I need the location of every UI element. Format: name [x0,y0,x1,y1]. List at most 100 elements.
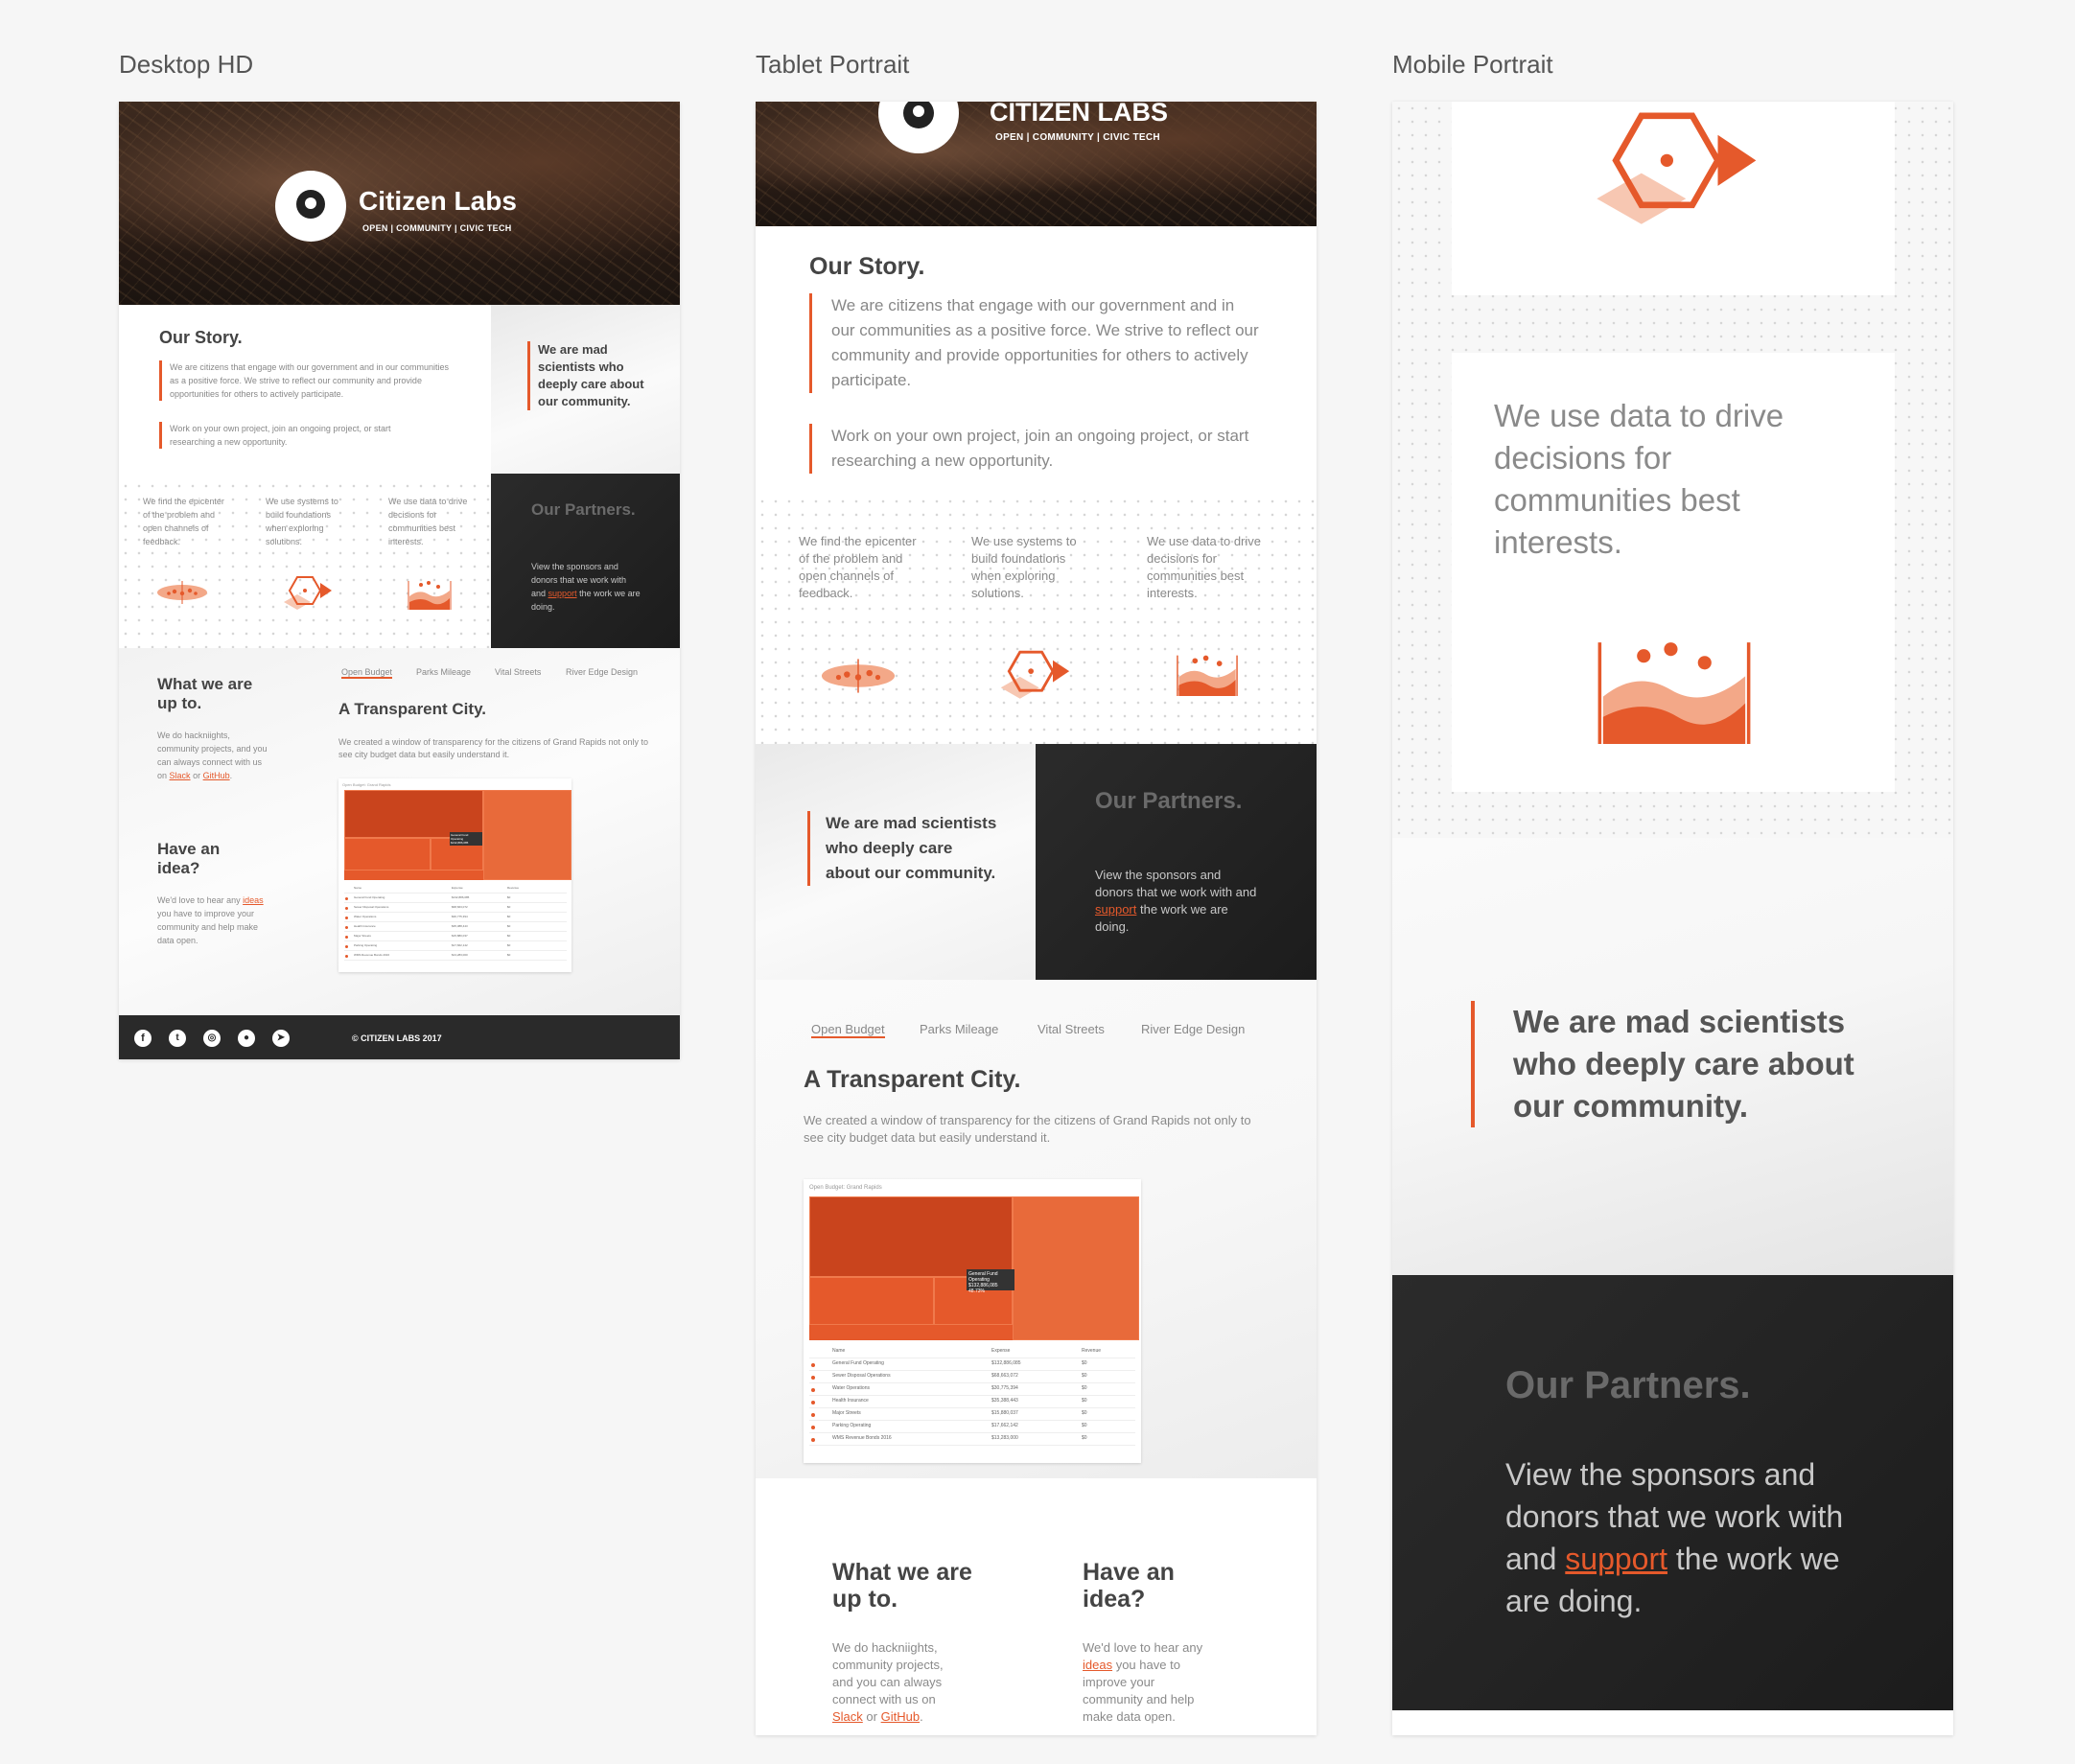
upto-text: We do hackniights, community projects, a… [832,1640,944,1724]
tablet-label: Tablet Portrait [756,50,910,79]
table-row: Water Operations $30,775,394 $0 [809,1385,1135,1396]
support-link[interactable]: support [548,589,577,598]
partners-block: Our Partners. View the sponsors and dono… [1036,744,1317,980]
table-row: Water Operations $30,775,394 $0 [344,915,567,922]
idea-text: We'd love to hear any ideas you have to … [1083,1640,1203,1724]
idea-text: We'd love to hear any ideas you have to … [157,895,264,945]
brand-name: CITIZEN LABS [990,102,1168,127]
tab-river-edge[interactable]: River Edge Design [1141,1022,1245,1036]
scatter-ellipse-icon [821,659,896,693]
scatter-ellipse-icon [157,581,207,604]
table-row: Sewer Disposal Operations $68,663,072 $0 [809,1373,1135,1383]
github-link[interactable]: GitHub [203,771,230,780]
support-link[interactable]: support [1095,902,1136,917]
feature-text-3: We use data to drive decisions for commu… [1147,534,1261,600]
treemap-tooltip: General Fund Operating $132,886,085 48.73% [967,1269,1014,1294]
project-tabs: Open Budget Parks Mileage Vital Streets … [756,1022,1317,1045]
story-paragraph: We are citizens that engage with our gov… [159,360,456,401]
instagram-icon[interactable]: ◎ [203,1030,221,1047]
feature-text-3: We use data to drive decisions for commu… [388,497,468,546]
project-tabs: Open Budget Parks Mileage Vital Streets … [119,667,680,686]
table-row: Major Streets $15,880,037 $0 [809,1410,1135,1421]
table-row: Health Insurance $35,388,443 $0 [809,1398,1135,1408]
ideas-link[interactable]: ideas [1083,1658,1112,1672]
cube-network-icon [1597,112,1757,224]
tablet-artboard[interactable]: CITIZEN LABS OPEN | COMMUNITY | CIVIC TE… [756,102,1317,1735]
tab-parks-mileage[interactable]: Parks Mileage [416,667,471,677]
partners-text: View the sponsors and donors that we wor… [531,562,641,612]
project-title: A Transparent City. [338,700,486,718]
mobile-label: Mobile Portrait [1392,50,1553,79]
project-desc: We created a window of transparency for … [804,1113,1251,1145]
partners-text: View the sponsors and donors that we wor… [1095,868,1257,934]
logo-icon [878,102,959,153]
budget-app-title: Open Budget: Grand Rapids [342,782,391,787]
github-link[interactable]: GitHub [881,1709,920,1724]
slack-link[interactable]: Slack [170,771,191,780]
table-row: General Fund Operating $132,886,085 $0 [809,1360,1135,1371]
hero-banner: CITIZEN LABS OPEN | COMMUNITY | CIVIC TE… [756,102,1317,226]
telegram-icon[interactable]: ➤ [272,1030,290,1047]
partners-text: View the sponsors and donors that we wor… [1505,1457,1844,1618]
twitter-icon[interactable]: t [169,1030,186,1047]
project-title: A Transparent City. [804,1066,1021,1093]
table-row: Sewer Disposal Operations $68,663,072 $0 [344,905,567,913]
story-title: Our Story. [159,328,243,347]
budget-app-title: Open Budget: Grand Rapids [809,1185,882,1191]
desktop-artboard[interactable]: Citizen Labs OPEN | COMMUNITY | CIVIC TE… [119,102,680,1059]
ideas-link[interactable]: ideas [243,895,264,905]
tab-vital-streets[interactable]: Vital Streets [1038,1022,1105,1036]
table-row: Parking Operating $17,662,142 $0 [809,1423,1135,1433]
tab-vital-streets[interactable]: Vital Streets [495,667,541,677]
idea-title: Have an idea? [157,840,221,877]
desktop-label: Desktop HD [119,50,254,79]
tab-parks-mileage[interactable]: Parks Mileage [920,1022,998,1036]
table-row: General Fund Operating $132,886,085 $0 [344,895,567,903]
feature-text-2: We use systems to build foundations when… [971,534,1077,600]
facebook-icon[interactable]: f [134,1030,152,1047]
story-title: Our Story. [809,253,925,280]
upto-text: We do hackniights, community projects, a… [157,731,268,780]
mad-scientists-block: We are mad scientists who deeply care ab… [1392,838,1953,1281]
partners-title: Our Partners. [1095,788,1243,814]
upto-title: What we are up to. [832,1559,972,1613]
budget-screenshot: Open Budget: Grand Rapids General Fund O… [804,1179,1141,1463]
table-row: WMS Revenue Bonds 2016 $13,283,000 $0 [344,953,567,961]
area-chart-icon [1177,655,1238,696]
area-chart-icon [1597,642,1751,744]
github-icon[interactable]: ● [238,1030,255,1047]
feature-text-3: We use data to drive decisions for commu… [1494,398,1784,560]
idea-title: Have an idea? [1083,1559,1175,1613]
feature-text-2: We use systems to build foundations when… [266,497,338,546]
cube-network-icon [284,576,332,610]
tab-river-edge[interactable]: River Edge Design [566,667,638,677]
partners-block: Our Partners. View the sponsors and dono… [1392,1275,1953,1710]
table-header: Name Expense Revenue [344,886,567,894]
hero-banner: Citizen Labs OPEN | COMMUNITY | CIVIC TE… [119,102,680,305]
mobile-artboard[interactable]: We use data to drive decisions for commu… [1392,102,1953,1735]
brand-name: Citizen Labs [359,186,517,216]
mad-scientists-text: We are mad scientists who deeply care ab… [527,341,652,410]
slack-link[interactable]: Slack [832,1709,863,1724]
copyright: © CITIZEN LABS 2017 [352,1033,442,1043]
table-header: Name Expense Revenue [809,1348,1135,1358]
table-row: WMS Revenue Bonds 2016 $13,283,000 $0 [809,1435,1135,1446]
logo-icon [275,171,346,242]
feature-text-1: We find the epicenter of the problem and… [799,534,917,600]
story-paragraph: We are citizens that engage with our gov… [809,293,1260,393]
table-row: Health Insurance $35,388,443 $0 [344,924,567,932]
tab-open-budget[interactable]: Open Budget [341,667,393,679]
treemap-tooltip: General Fund Operating $132,886,085 [450,832,482,846]
feature-text-1: We find the epicenter of the problem and… [143,497,224,546]
cube-network-icon [1000,650,1070,699]
support-link[interactable]: support [1565,1542,1667,1576]
partners-block: Our Partners. View the sponsors and dono… [491,474,680,648]
tab-open-budget[interactable]: Open Budget [811,1022,885,1038]
table-row: Parking Operating $17,662,142 $0 [344,943,567,951]
brand-tagline: OPEN | COMMUNITY | CIVIC TECH [362,223,512,233]
area-chart-icon [408,581,452,610]
mad-scientists-text: We are mad scientists who deeply care ab… [807,811,999,886]
partners-title: Our Partners. [1505,1364,1751,1406]
mad-scientists-text: We are mad scientists who deeply care ab… [1471,1001,1874,1127]
partners-title: Our Partners. [531,500,636,519]
